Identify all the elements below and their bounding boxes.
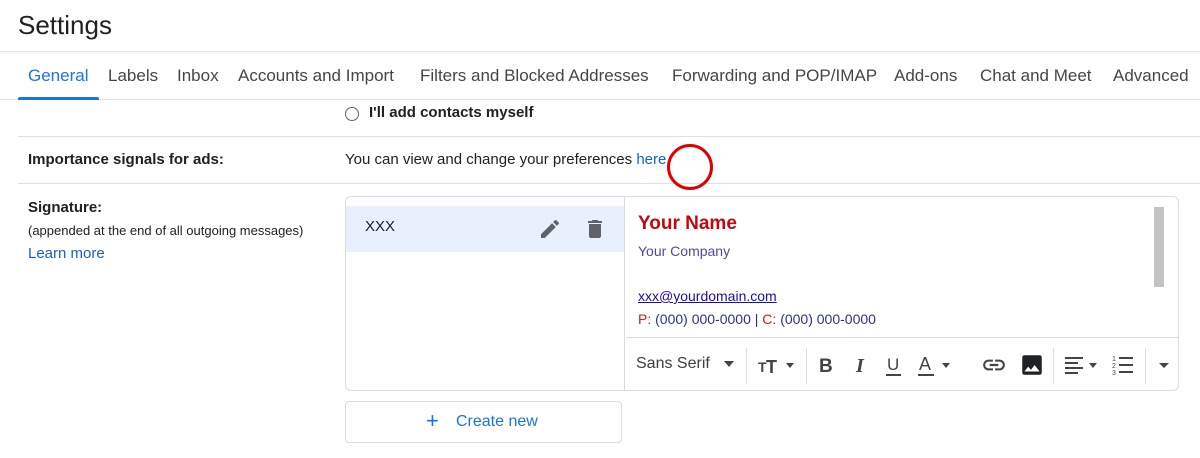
svg-text:I: I [855,355,865,377]
text-size-icon[interactable]: T T [756,352,798,378]
phone-p-value: (000) 000-0000 [655,311,751,327]
phone-separator: | [754,311,759,327]
svg-text:U: U [887,355,899,374]
tab-labels[interactable]: Labels [108,66,158,86]
settings-tabs: General Labels Inbox Accounts and Import… [0,54,1200,100]
tab-inbox[interactable]: Inbox [177,66,219,86]
svg-text:1: 1 [1112,356,1116,363]
editor-scrollbar[interactable] [1154,207,1164,287]
ads-signals-text: You can view and change your preferences… [345,151,671,168]
tab-chat-and-meet[interactable]: Chat and Meet [980,66,1092,86]
signature-item-name: XXX [365,218,396,235]
font-family-select[interactable]: Sans Serif [636,355,734,373]
align-icon[interactable] [1063,352,1103,378]
text-color-icon[interactable]: A [916,352,956,378]
insert-image-icon[interactable] [1019,352,1045,378]
delete-signature-button[interactable] [583,217,607,241]
tab-accounts-and-import[interactable]: Accounts and Import [238,66,394,86]
svg-text:B: B [819,356,833,377]
learn-more-link[interactable]: Learn more [28,245,105,262]
active-tab-indicator [18,97,99,100]
signature-name: Your Name [638,213,737,234]
italic-icon[interactable]: I [851,352,871,378]
signature-panel: XXX Your Name Your Company xxx@yourdomai… [345,196,1179,391]
settings-header: Settings [0,0,1200,52]
phone-p-label: P: [638,311,652,327]
plus-icon: + [426,408,439,433]
create-new-signature-button[interactable]: + Create new [345,401,622,443]
pencil-icon [541,219,560,238]
numbered-list-icon[interactable]: 1 2 3 [1111,352,1135,378]
edit-signature-button[interactable] [538,217,562,241]
ads-signals-suffix: . [666,151,671,168]
underline-icon[interactable]: U [884,352,904,378]
phone-c-value: (000) 000-0000 [780,311,876,327]
tab-general[interactable]: General [28,66,88,86]
add-contacts-myself-label[interactable]: I'll add contacts myself [369,104,533,121]
signature-label: Signature: [28,199,103,216]
formatting-toolbar: Sans Serif T T B I U A 1 2 3 [626,337,1178,390]
font-family-value: Sans Serif [636,355,710,372]
create-new-label: Create new [456,413,538,430]
signature-phone-line: P: (000) 000-0000 | C: (000) 000-0000 [638,311,876,327]
svg-text:A: A [919,354,931,374]
ads-signals-label: Importance signals for ads: [28,151,224,168]
ads-preferences-link[interactable]: here [636,151,666,168]
tab-forwarding-and-pop-imap[interactable]: Forwarding and POP/IMAP [672,66,877,86]
tab-advanced[interactable]: Advanced [1113,66,1189,86]
phone-c-label: C: [762,311,777,327]
bold-icon[interactable]: B [816,352,836,378]
svg-text:T: T [766,357,777,377]
signature-list-item[interactable]: XXX [346,206,624,252]
tab-add-ons[interactable]: Add-ons [894,66,957,86]
page-title: Settings [18,10,112,40]
link-icon[interactable] [981,352,1007,378]
more-formatting-icon[interactable] [1155,352,1173,378]
chevron-down-icon [723,360,734,367]
svg-text:2: 2 [1112,363,1116,370]
toolbar-separator [806,348,807,384]
toolbar-separator [746,348,747,384]
signature-list: XXX [346,197,625,390]
tab-filters-and-blocked-addresses[interactable]: Filters and Blocked Addresses [420,66,649,86]
row-divider [18,136,1200,137]
signature-company: Your Company [638,243,731,259]
signature-sublabel: (appended at the end of all outgoing mes… [28,223,304,238]
toolbar-separator [1053,348,1054,384]
signature-editor[interactable]: Your Name Your Company xxx@yourdomain.co… [626,197,1178,337]
ads-signals-description: You can view and change your preferences [345,151,637,168]
add-contacts-myself-radio[interactable] [345,107,359,121]
signature-email-link[interactable]: xxx@yourdomain.com [638,288,777,304]
svg-text:3: 3 [1112,370,1116,377]
trash-icon [588,220,602,238]
toolbar-separator [1145,348,1146,384]
row-divider [18,183,1200,184]
